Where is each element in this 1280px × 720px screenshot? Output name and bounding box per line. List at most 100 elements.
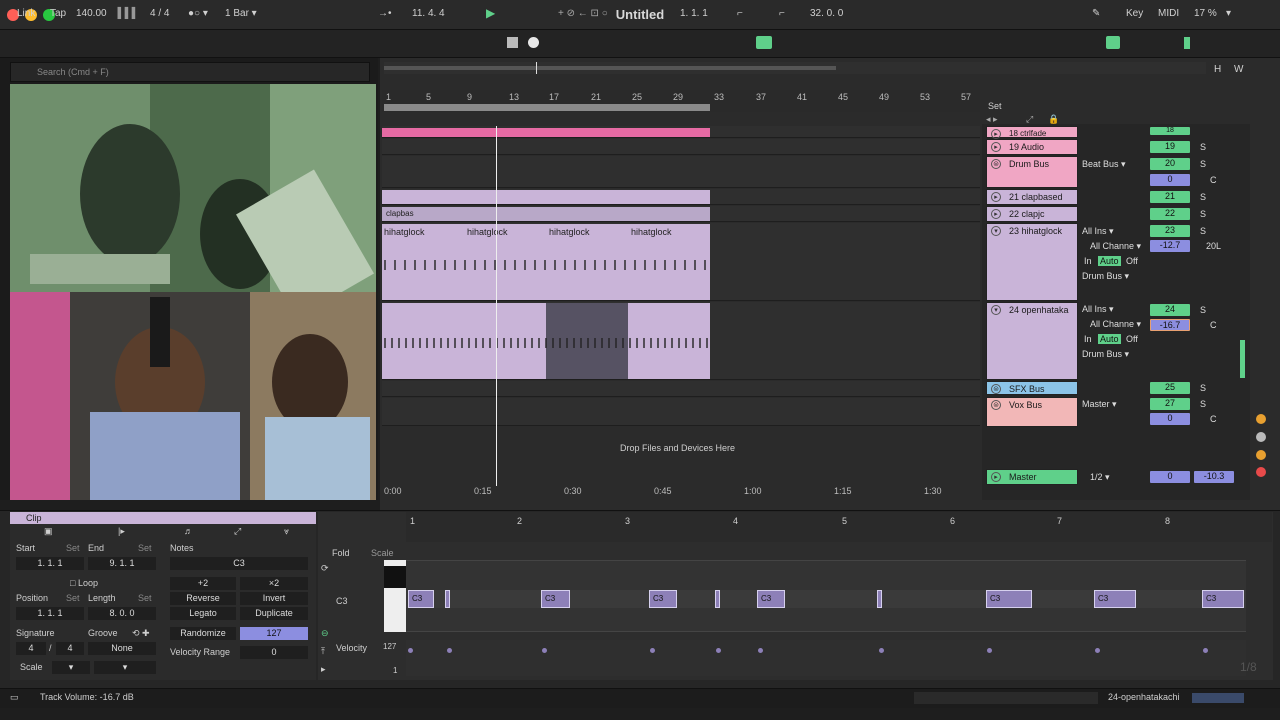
track-lane[interactable]	[382, 381, 980, 397]
track-header[interactable]: ▾ 24 openhataka	[986, 302, 1078, 380]
midi-note[interactable]	[715, 590, 720, 608]
randomize-amount-field[interactable]: 127	[240, 627, 308, 640]
track-header[interactable]: ▸ 19 Audio	[986, 139, 1078, 155]
monitor-auto-button[interactable]: Auto	[1098, 334, 1121, 344]
punch-in-icon[interactable]: ⌐	[737, 8, 743, 19]
volume-field[interactable]: -16.7	[1150, 319, 1190, 331]
track-lane[interactable]	[382, 398, 980, 426]
track-number[interactable]: 25	[1150, 382, 1190, 394]
velocity-marker[interactable]	[1095, 648, 1100, 653]
volume-field[interactable]: 0	[1150, 174, 1190, 186]
output-menu[interactable]: Master ▾	[1082, 399, 1117, 410]
monitor-in-button[interactable]: In	[1084, 256, 1092, 266]
fold-icon[interactable]: ▾	[991, 226, 1001, 236]
output-menu[interactable]: Drum Bus ▾	[1082, 271, 1129, 282]
track-number[interactable]: 22	[1150, 208, 1190, 220]
midi-note[interactable]	[877, 590, 882, 608]
sample-tab-icon[interactable]: |▸	[118, 526, 125, 537]
master-output-menu[interactable]: 1/2 ▾	[1090, 472, 1110, 483]
input-type-menu[interactable]: All Ins ▾	[1082, 226, 1114, 237]
returns-toggle-icon[interactable]	[1256, 432, 1266, 442]
metronome-toggle-icon[interactable]: ●○ ▾	[188, 8, 208, 19]
track-header[interactable]: ▸ 21 clapbased	[986, 189, 1078, 205]
track-lane[interactable]	[382, 156, 980, 188]
reverse-button[interactable]: Reverse	[170, 592, 236, 605]
fold-button[interactable]: Fold	[332, 548, 350, 558]
play-button[interactable]: ▶	[486, 6, 495, 20]
velocity-marker[interactable]	[408, 648, 413, 653]
solo-button[interactable]: S	[1200, 399, 1206, 409]
midi-note[interactable]: C3	[986, 590, 1032, 608]
scale-root-menu[interactable]: ▾	[52, 661, 90, 674]
velocity-range-field[interactable]: 0	[240, 646, 308, 659]
midi-note[interactable]: C3	[1202, 590, 1244, 608]
input-channel-menu[interactable]: All Channe ▾	[1090, 241, 1141, 252]
clip[interactable]	[382, 190, 710, 204]
velocity-marker[interactable]	[1203, 648, 1208, 653]
scale-button[interactable]: Scale	[371, 548, 394, 558]
velocity-marker[interactable]	[542, 648, 547, 653]
velocity-marker[interactable]	[650, 648, 655, 653]
cpu-menu-icon[interactable]: ▾	[1226, 8, 1231, 19]
pan-field[interactable]: C	[1210, 414, 1217, 424]
groove-menu[interactable]: None	[88, 642, 156, 655]
monitor-off-button[interactable]: Off	[1126, 334, 1138, 344]
solo-button[interactable]: S	[1200, 159, 1206, 169]
input-channel-menu[interactable]: All Channe ▾	[1090, 319, 1141, 330]
clap-clip[interactable]: clapbas	[382, 207, 710, 221]
signature-field[interactable]: 4 / 4	[150, 8, 169, 19]
monitor-auto-button[interactable]: Auto	[1098, 256, 1121, 266]
track-lane[interactable]	[382, 139, 980, 155]
midi-note[interactable]: C3	[649, 590, 677, 608]
velocity-marker[interactable]	[879, 648, 884, 653]
output-menu[interactable]: Beat Bus ▾	[1082, 159, 1126, 170]
velocity-marker[interactable]	[716, 648, 721, 653]
velocity-expand-icon[interactable]: ▸	[321, 664, 326, 675]
fold-icon[interactable]: ▸	[991, 142, 1001, 152]
note-field[interactable]: C3	[170, 557, 308, 570]
fold-icon[interactable]: ▸	[991, 472, 1001, 482]
scale-name-menu[interactable]: ▾	[94, 661, 156, 674]
search-input[interactable]: Search (Cmd + F)	[10, 62, 370, 82]
black-key[interactable]	[384, 566, 406, 588]
record-arm-icon[interactable]	[1256, 467, 1266, 477]
key-map-button[interactable]: Key	[1126, 8, 1143, 19]
link-button[interactable]: Link	[17, 8, 35, 19]
groove-hot-swap-icon[interactable]: ⟲ ✚	[132, 628, 150, 639]
velocity-marker[interactable]	[987, 648, 992, 653]
view-w-button[interactable]: W	[1234, 64, 1243, 75]
loop-start-field[interactable]: 1. 1. 1	[680, 8, 708, 19]
solo-button[interactable]: S	[1200, 209, 1206, 219]
randomize-button[interactable]: Randomize	[170, 627, 236, 640]
midi-note[interactable]: C3	[408, 590, 434, 608]
velocity-collapse-icon[interactable]: ⤒	[321, 646, 325, 657]
solo-button[interactable]: S	[1200, 383, 1206, 393]
view-h-button[interactable]: H	[1214, 64, 1221, 75]
fold-icon[interactable]: ▸	[991, 129, 1001, 139]
position-set-button[interactable]: Set	[66, 593, 80, 603]
io-toggle-icon[interactable]	[1256, 414, 1266, 424]
pan-field[interactable]: 20L	[1206, 241, 1221, 251]
tempo-field[interactable]: 140.00	[76, 8, 107, 19]
midi-note[interactable]: C3	[757, 590, 785, 608]
song-position-field[interactable]: 11. 4. 4	[412, 8, 445, 19]
metronome-icon[interactable]: ▐▐▐	[114, 8, 135, 19]
pan-field[interactable]: C	[1210, 175, 1217, 185]
clip-tab-icon[interactable]: ▣	[44, 526, 53, 537]
drop-zone[interactable]: Drop Files and Devices Here	[620, 443, 735, 453]
midi-note[interactable]: C3	[541, 590, 570, 608]
record-button[interactable]	[528, 37, 539, 48]
transpose-up-button[interactable]: +2	[170, 577, 236, 590]
track-header[interactable]: ⊜ SFX Bus	[986, 381, 1078, 395]
notes-tab-icon[interactable]: ♬	[184, 526, 193, 536]
solo-button[interactable]: S	[1200, 192, 1206, 202]
track-number[interactable]: 27	[1150, 398, 1190, 410]
input-type-menu[interactable]: All Ins ▾	[1082, 304, 1114, 315]
expand-tab-icon[interactable]: ⩔	[284, 526, 289, 537]
fold-icon[interactable]: ▸	[991, 192, 1001, 202]
automation-clip[interactable]	[382, 128, 710, 137]
volume-field[interactable]: 0	[1150, 471, 1190, 483]
fold-icon[interactable]: ▸	[991, 209, 1001, 219]
master-track-header[interactable]: ▸ Master	[986, 469, 1078, 485]
velocity-marker[interactable]	[447, 648, 452, 653]
